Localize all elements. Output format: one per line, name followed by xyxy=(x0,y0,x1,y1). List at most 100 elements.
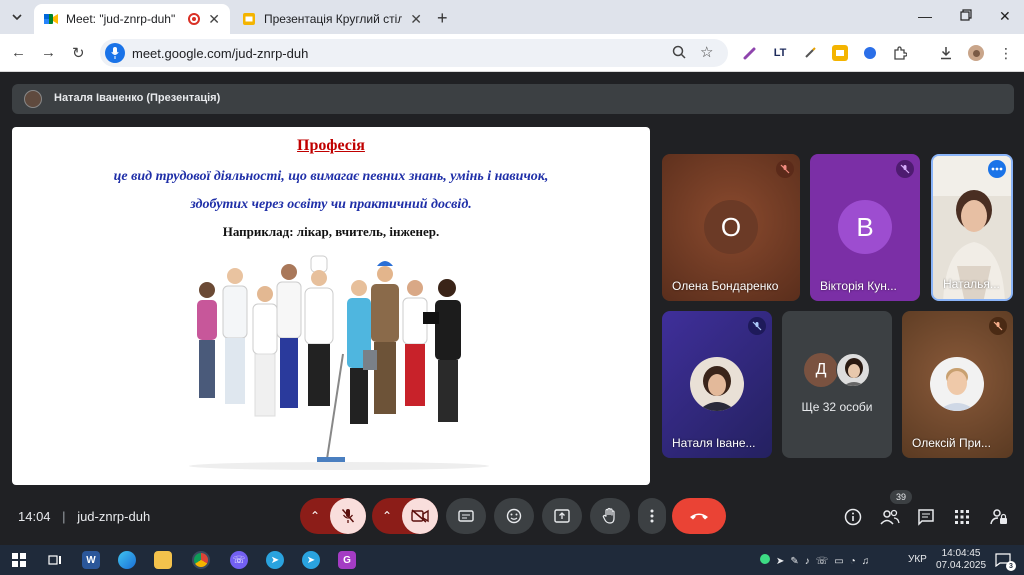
participant-name: Наталя Іване... xyxy=(672,436,756,450)
reactions-button[interactable] xyxy=(494,498,534,534)
participant-tile[interactable]: В Вікторія Кун... xyxy=(810,154,920,301)
present-screen-icon xyxy=(554,509,570,523)
presenter-name: Наталя Іваненко (Презентація) xyxy=(54,92,221,104)
tab-search-button[interactable] xyxy=(6,6,28,28)
telegram-icon[interactable]: ➤ xyxy=(266,551,284,569)
game-app-icon[interactable]: G xyxy=(338,551,356,569)
info-icon xyxy=(844,508,862,526)
notifications-icon[interactable]: 3 xyxy=(994,551,1016,571)
telegram-desktop-icon[interactable]: ➤ xyxy=(302,551,320,569)
people-button[interactable] xyxy=(880,508,900,526)
participant-tile[interactable]: Олексій При... xyxy=(902,311,1013,458)
more-options-button[interactable] xyxy=(638,498,666,534)
pencil-extension-icon[interactable] xyxy=(802,45,818,61)
participant-tile-speaking[interactable]: Наталья... xyxy=(931,154,1013,301)
participant-tile[interactable]: О Олена Бондаренко xyxy=(662,154,800,301)
google-meet-icon xyxy=(44,14,58,24)
url-text: meet.google.com/jud-znrp-duh xyxy=(132,46,309,61)
wifi-icon: ◔ xyxy=(849,556,856,567)
participant-name: Наталья... xyxy=(943,277,1000,291)
more-participants-label: Ще 32 особи xyxy=(801,400,873,414)
download-icon[interactable] xyxy=(938,45,954,61)
battery-icon: ▭ xyxy=(834,556,844,567)
participant-avatar: О xyxy=(704,200,758,254)
languagetool-icon[interactable]: LT xyxy=(772,45,788,61)
professions-group-image xyxy=(189,255,489,470)
close-tab-icon[interactable]: ✕ xyxy=(208,11,220,28)
camera-toggle-button[interactable] xyxy=(402,498,438,534)
leave-call-button[interactable] xyxy=(672,498,726,534)
recording-icon xyxy=(188,13,201,25)
file-explorer-icon[interactable] xyxy=(154,551,172,569)
system-clock[interactable]: 14:04:45 07.04.2025 xyxy=(936,548,986,572)
tray-app-icon xyxy=(760,554,770,564)
minimize-icon[interactable]: — xyxy=(918,8,932,24)
bookmark-star-icon[interactable]: ☆ xyxy=(700,43,713,61)
meeting-time: 14:04 xyxy=(18,509,51,524)
zoom-icon[interactable] xyxy=(672,45,686,62)
address-bar[interactable]: meet.google.com/jud-znrp-duh ☆ xyxy=(100,39,728,67)
viber-icon[interactable]: ☏ xyxy=(230,551,248,569)
word-icon[interactable]: W xyxy=(82,551,100,569)
close-window-icon[interactable]: ✕ xyxy=(999,8,1011,25)
tab-slides[interactable]: Презентація Круглий стіл «Мо ✕ xyxy=(232,4,432,34)
more-options-icon[interactable] xyxy=(988,160,1006,178)
tab-title: Презентація Круглий стіл «Мо xyxy=(264,12,403,26)
forward-icon[interactable]: → xyxy=(41,44,56,61)
activities-button[interactable] xyxy=(953,508,971,526)
mic-toggle-button[interactable] xyxy=(330,498,366,534)
system-date: 07.04.2025 xyxy=(936,560,987,571)
participant-tile[interactable]: Наталя Іване... xyxy=(662,311,772,458)
browser-menu-icon[interactable]: ⋮ xyxy=(998,45,1014,61)
notifications-count: 3 xyxy=(1006,561,1016,571)
close-tab-icon[interactable]: ✕ xyxy=(410,11,422,28)
tray-icons[interactable]: ➤ ✎ ♪ ☏ ▭ ◔ ♫ xyxy=(760,554,869,567)
pen-extension-icon[interactable] xyxy=(742,45,758,61)
captions-button[interactable] xyxy=(446,498,486,534)
more-participants-tile[interactable]: Д Ще 32 особи xyxy=(782,311,892,458)
edge-icon[interactable] xyxy=(118,551,136,569)
mic-options-chevron-icon[interactable]: ⌃ xyxy=(300,509,330,523)
host-controls-button[interactable] xyxy=(990,508,1008,526)
participant-avatar: В xyxy=(838,200,892,254)
captions-icon xyxy=(458,510,474,522)
camera-control-group: ⌃ xyxy=(372,498,438,534)
back-icon[interactable]: ← xyxy=(11,44,26,61)
presenter-bar: Наталя Іваненко (Презентація) xyxy=(12,84,1014,114)
blue-circle-extension-icon[interactable] xyxy=(862,45,878,61)
tab-strip: Meet: "jud-znrp-duh" ✕ Презентація Кругл… xyxy=(0,0,1024,34)
chrome-icon[interactable] xyxy=(192,551,210,569)
chat-button[interactable] xyxy=(917,508,935,526)
extensions-puzzle-icon[interactable] xyxy=(892,45,908,61)
present-button[interactable] xyxy=(542,498,582,534)
reload-icon[interactable]: ↻ xyxy=(72,44,85,62)
camera-options-chevron-icon[interactable]: ⌃ xyxy=(372,509,402,523)
mic-off-icon xyxy=(341,509,355,523)
telegram-tray-icon: ➤ xyxy=(776,556,785,567)
restore-icon[interactable] xyxy=(960,8,972,24)
keyboard-language[interactable]: УКР xyxy=(908,554,927,565)
meeting-details-button[interactable] xyxy=(844,508,862,526)
google-slides-icon xyxy=(243,13,255,25)
slide-example: Наприклад: лікар, вчитель, інженер. xyxy=(222,224,440,239)
windows-start-icon[interactable] xyxy=(10,551,28,569)
mic-tray-icon: ♪ xyxy=(804,556,810,567)
participant-name: Олексій При... xyxy=(912,436,991,450)
participant-photo xyxy=(690,357,744,411)
meeting-code: jud-znrp-duh xyxy=(77,509,151,524)
raise-hand-button[interactable] xyxy=(590,498,630,534)
muted-mic-icon xyxy=(989,317,1007,335)
people-icon xyxy=(880,509,900,525)
shared-slide: Професія це вид трудової діяльності, що … xyxy=(12,127,650,485)
meet-area: Наталя Іваненко (Презентація) Професія ц… xyxy=(0,72,1024,545)
system-time: 14:04:45 xyxy=(941,548,981,559)
chevron-down-icon xyxy=(12,14,22,20)
slides-extension-icon[interactable] xyxy=(832,45,848,61)
volume-icon: ♫ xyxy=(861,556,870,567)
new-tab-icon[interactable]: + xyxy=(437,8,448,29)
microphone-icon xyxy=(105,43,125,63)
participant-photo xyxy=(836,353,870,387)
tab-meet[interactable]: Meet: "jud-znrp-duh" ✕ xyxy=(34,4,230,34)
profile-avatar[interactable] xyxy=(968,45,984,61)
task-view-icon[interactable] xyxy=(46,551,64,569)
